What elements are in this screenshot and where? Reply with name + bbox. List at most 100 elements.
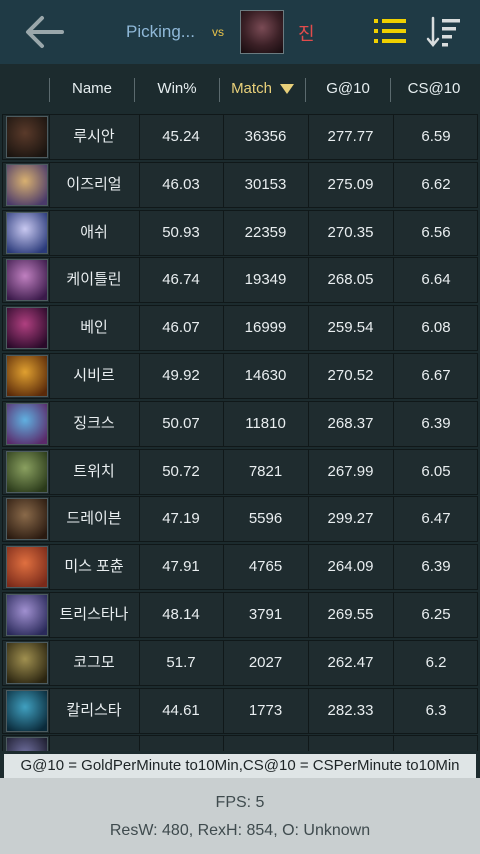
header-match-label: Match xyxy=(231,80,272,97)
table-header: Name Win% Match G@10 CS@10 xyxy=(0,64,480,114)
win-rate-cell: 50.93 xyxy=(162,223,200,241)
match-count-cell: 4765 xyxy=(248,558,283,576)
champion-avatar xyxy=(6,307,48,350)
table-row[interactable]: 이즈리얼 46.03 30153 275.09 6.62 xyxy=(2,161,478,208)
win-rate-cell: 46.07 xyxy=(162,319,200,337)
win-rate-cell: 47.19 xyxy=(162,510,200,528)
match-count-cell: 36356 xyxy=(244,128,287,145)
table-row[interactable]: 미스 포츈 47.91 4765 264.09 6.39 xyxy=(2,544,478,591)
champion-avatar xyxy=(6,355,48,397)
table-row[interactable]: 드레이븐 47.19 5596 299.27 6.47 xyxy=(2,496,478,543)
table-row[interactable]: 루시안 45.24 36356 277.77 6.59 xyxy=(2,114,478,160)
cs-at-10-cell: 6.56 xyxy=(421,223,451,241)
champion-avatar xyxy=(6,689,48,732)
table-row[interactable]: 케이틀린 46.74 19349 268.05 6.64 xyxy=(2,257,478,304)
champion-avatar xyxy=(6,737,48,751)
cs-at-10-cell: 6.64 xyxy=(421,271,451,289)
arrow-left-icon[interactable] xyxy=(22,12,66,52)
gold-at-10-cell: 270.52 xyxy=(327,367,374,384)
table-row[interactable] xyxy=(2,735,478,751)
gold-at-10-cell: 268.37 xyxy=(327,414,374,432)
champion-name: 루시안 xyxy=(73,128,115,145)
top-bar: Picking... vs 진 xyxy=(0,0,480,64)
opponent-champion-portrait[interactable] xyxy=(240,10,284,54)
debug-footer: FPS: 5 ResW: 480, RexH: 854, O: Unknown xyxy=(0,778,480,854)
opponent-champion-name: 진 xyxy=(298,24,315,44)
gold-at-10-cell: 277.77 xyxy=(327,128,374,145)
match-count-cell xyxy=(223,736,308,751)
gold-at-10-cell: 268.05 xyxy=(327,271,374,289)
champion-avatar xyxy=(6,594,48,636)
list-icon[interactable] xyxy=(374,18,406,44)
cs-at-10-cell: 6.59 xyxy=(421,128,451,145)
table-row[interactable]: 트위치 50.72 7821 267.99 6.05 xyxy=(2,448,478,495)
table-row[interactable]: 베인 46.07 16999 259.54 6.08 xyxy=(2,305,478,352)
match-count-cell: 3791 xyxy=(248,606,283,623)
champion-avatar xyxy=(6,259,48,302)
gold-at-10-cell: 269.55 xyxy=(327,606,374,623)
gold-at-10-cell: 299.27 xyxy=(327,510,374,528)
match-count-cell: 1773 xyxy=(248,701,283,719)
match-count-cell: 22359 xyxy=(244,223,287,241)
champion-name: 코그모 xyxy=(73,653,115,671)
resolution-readout: ResW: 480, RexH: 854, O: Unknown xyxy=(109,822,371,839)
table-row[interactable]: 코그모 51.7 2027 262.47 6.2 xyxy=(2,639,478,686)
gold-at-10-cell: 275.09 xyxy=(327,175,374,193)
win-rate-cell: 50.07 xyxy=(162,414,200,432)
table-row[interactable]: 시비르 49.92 14630 270.52 6.67 xyxy=(2,353,478,399)
champion-name: 칼리스타 xyxy=(66,701,122,719)
gold-at-10-cell: 259.54 xyxy=(327,319,374,337)
champion-name xyxy=(49,736,139,751)
win-rate-cell: 48.14 xyxy=(162,606,200,623)
match-count-cell: 11810 xyxy=(245,414,286,432)
champion-name: 트위치 xyxy=(73,462,115,480)
gold-at-10-cell: 267.99 xyxy=(327,462,374,480)
champion-avatar xyxy=(6,163,48,206)
table-row[interactable]: 트리스타나 48.14 3791 269.55 6.25 xyxy=(2,592,478,638)
fps-readout: FPS: 5 xyxy=(215,794,265,811)
header-gold-at-10[interactable]: G@10 xyxy=(306,80,390,97)
cs-at-10-cell: 6.67 xyxy=(421,367,451,384)
header-win-rate[interactable]: Win% xyxy=(135,80,219,97)
champion-name: 이즈리얼 xyxy=(66,175,122,193)
table-row[interactable]: 애쉬 50.93 22359 270.35 6.56 xyxy=(2,209,478,256)
cs-at-10-cell xyxy=(393,736,479,751)
champion-name: 징크스 xyxy=(73,414,115,432)
cs-at-10-cell: 6.39 xyxy=(421,558,451,576)
sort-icon[interactable] xyxy=(426,16,462,48)
champion-avatar xyxy=(6,546,48,589)
table-row[interactable]: 징크스 50.07 11810 268.37 6.39 xyxy=(2,400,478,447)
win-rate-cell: 46.03 xyxy=(162,175,200,193)
win-rate-cell: 45.24 xyxy=(162,128,200,145)
champion-avatar xyxy=(6,116,48,158)
match-count-cell: 16999 xyxy=(244,319,287,337)
cs-at-10-cell: 6.62 xyxy=(421,175,451,193)
gold-at-10-cell: 270.35 xyxy=(327,223,374,241)
win-rate-cell: 47.91 xyxy=(162,558,200,576)
champion-avatar xyxy=(6,402,48,445)
match-count-cell: 30153 xyxy=(244,175,287,193)
champion-name: 애쉬 xyxy=(80,223,108,241)
match-count-cell: 19349 xyxy=(244,271,287,289)
gold-at-10-cell xyxy=(308,736,393,751)
header-cs-at-10[interactable]: CS@10 xyxy=(391,80,477,97)
header-match[interactable]: Match xyxy=(220,80,305,97)
champion-name: 미스 포츈 xyxy=(64,558,124,576)
header-name[interactable]: Name xyxy=(50,80,134,97)
win-rate-cell: 51.7 xyxy=(166,653,196,671)
cs-at-10-cell: 6.2 xyxy=(425,653,447,671)
champion-avatar xyxy=(6,211,48,254)
win-rate-cell: 46.74 xyxy=(162,271,200,289)
match-count-cell: 2027 xyxy=(248,653,283,671)
table-row[interactable]: 칼리스타 44.61 1773 282.33 6.3 xyxy=(2,687,478,734)
cs-at-10-cell: 6.25 xyxy=(421,606,451,623)
champion-table: 루시안 45.24 36356 277.77 6.59 이즈리얼 46.03 30153 275… xyxy=(0,114,480,751)
gold-at-10-cell: 264.09 xyxy=(327,558,374,576)
champion-avatar xyxy=(6,450,48,493)
match-count-cell: 14630 xyxy=(244,367,287,384)
champion-name: 시비르 xyxy=(73,367,115,384)
cs-at-10-cell: 6.39 xyxy=(421,414,451,432)
match-count-cell: 7821 xyxy=(248,462,283,480)
cs-at-10-cell: 6.47 xyxy=(421,510,451,528)
champion-avatar xyxy=(6,498,48,541)
